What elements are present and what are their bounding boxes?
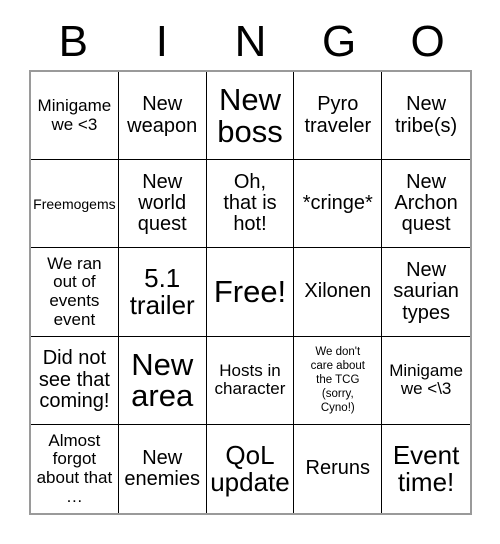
bingo-square-label: New boss	[217, 81, 283, 149]
bingo-square-label: 5.1 trailer	[129, 262, 195, 320]
bingo-square-r5c3[interactable]: QoL update	[206, 424, 295, 513]
bingo-square-label: Oh, that is hot!	[223, 171, 277, 236]
bingo-square-r4c5[interactable]: Minigame we <\3	[382, 336, 470, 425]
bingo-free-space[interactable]: Free!	[206, 248, 295, 337]
bingo-square-label: Almost forgot about that …	[36, 430, 113, 506]
bingo-square-label: Xilonen	[304, 280, 372, 303]
bingo-square-r4c1[interactable]: Did not see that coming!	[31, 336, 119, 425]
bingo-square-r1c2[interactable]: New weapon	[118, 72, 207, 161]
bingo-square-r5c2[interactable]: New enemies	[118, 424, 207, 513]
bingo-square-r1c4[interactable]: Pyro traveler	[294, 72, 383, 161]
bingo-square-label: Minigame we <\3	[389, 360, 463, 399]
bingo-square-label: *cringe*	[302, 192, 373, 215]
bingo-square-label: New world quest	[137, 171, 187, 236]
bingo-square-r1c5[interactable]: New tribe(s)	[382, 72, 470, 161]
bingo-square-label: New enemies	[124, 446, 200, 490]
bingo-square-label: Event time!	[392, 439, 460, 497]
bingo-square-r2c2[interactable]: New world quest	[118, 160, 207, 249]
bingo-square-label: New tribe(s)	[394, 93, 458, 137]
bingo-square-label: New area	[131, 346, 194, 414]
bingo-square-label: We don't care about the TCG (sorry, Cyno…	[310, 346, 365, 415]
bingo-square-r5c5[interactable]: Event time!	[382, 424, 470, 513]
bingo-header-row: BINGO	[29, 16, 472, 68]
bingo-header-letter-b: B	[58, 17, 88, 66]
bingo-header-letter-i: I	[155, 17, 168, 66]
bingo-square-r5c4[interactable]: Reruns	[294, 424, 383, 513]
bingo-square-label: Hosts in character	[214, 360, 286, 399]
bingo-square-r1c3[interactable]: New boss	[206, 72, 295, 161]
bingo-square-label: New weapon	[127, 93, 198, 137]
bingo-square-r2c3[interactable]: Oh, that is hot!	[206, 160, 295, 249]
bingo-square-r4c3[interactable]: Hosts in character	[206, 336, 295, 425]
bingo-grid: Minigame we <3 New weapon New boss Pyro tra…	[29, 70, 472, 515]
bingo-square-r5c1[interactable]: Almost forgot about that …	[31, 424, 119, 513]
bingo-square-label: Free!	[213, 274, 287, 310]
bingo-square-label: Pyro traveler	[304, 93, 372, 137]
bingo-square-r2c4[interactable]: *cringe*	[294, 160, 383, 249]
bingo-square-r1c1[interactable]: Minigame we <3	[31, 72, 119, 161]
bingo-header-letter-o: O	[410, 17, 445, 66]
bingo-square-r3c5[interactable]: New saurian types	[382, 248, 470, 337]
bingo-square-label: We ran out of events event	[47, 253, 102, 329]
bingo-square-label: New Archon quest	[394, 171, 458, 236]
bingo-card: B I N G O Minigame we <3 New weapon New boss Py…	[0, 0, 500, 544]
bingo-header-letter-n: N	[234, 17, 267, 66]
bingo-square-label: New saurian types	[393, 259, 459, 324]
bingo-square-label: Did not see that coming!	[38, 347, 110, 412]
bingo-square-label: Freemogems	[33, 195, 116, 212]
bingo-square-r3c4[interactable]: Xilonen	[294, 248, 383, 337]
bingo-square-r2c1[interactable]: Freemogems	[31, 160, 119, 249]
bingo-square-r4c4[interactable]: We don't care about the TCG (sorry, Cyno…	[294, 336, 383, 425]
bingo-square-label: QoL update	[210, 439, 290, 497]
bingo-square-r4c2[interactable]: New area	[118, 336, 207, 425]
bingo-square-label: Reruns	[305, 457, 371, 480]
bingo-square-label: Minigame we <3	[37, 95, 112, 134]
bingo-square-r3c2[interactable]: 5.1 trailer	[118, 248, 207, 337]
bingo-header-letter-g: G	[321, 17, 357, 66]
bingo-square-r3c1[interactable]: We ran out of events event	[31, 248, 119, 337]
bingo-square-r2c5[interactable]: New Archon quest	[382, 160, 470, 249]
